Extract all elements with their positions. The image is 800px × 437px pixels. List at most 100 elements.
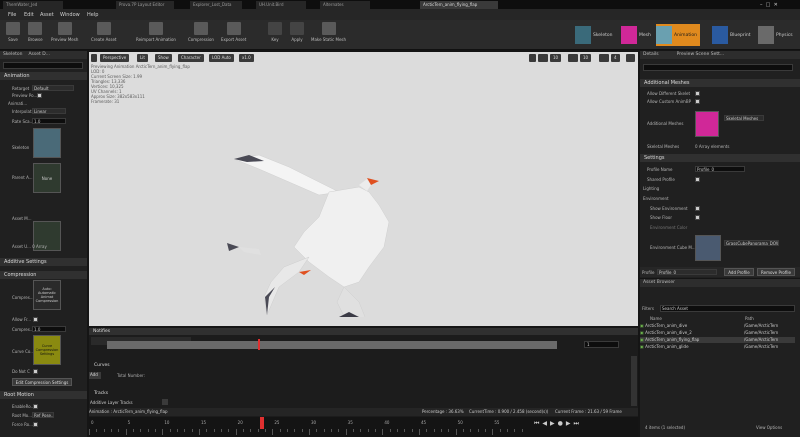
lod-auto-button[interactable]: LOD Auto <box>209 54 234 62</box>
playhead[interactable] <box>260 417 264 429</box>
additional-mesh-select[interactable]: Skeletal Meshes <box>724 115 764 121</box>
grid-snap-value[interactable]: 10 <box>550 54 562 62</box>
playback-speed-button[interactable]: x1.0 <box>239 54 254 62</box>
retarget-select[interactable]: Default <box>32 85 74 91</box>
rate-scale-input[interactable]: 1.0 <box>32 118 66 124</box>
root-motion-lock-select[interactable]: Ref Pose... <box>32 412 54 418</box>
vertical-scrollbar[interactable] <box>631 356 637 406</box>
scale-snap-value[interactable]: 4 <box>611 54 620 62</box>
skeleton-thumbnail[interactable] <box>33 128 61 158</box>
tracks-section[interactable]: Tracks <box>94 391 108 396</box>
menu-edit[interactable]: Edit <box>24 12 34 18</box>
tab-item[interactable]: ThemWater_Jed <box>3 1 63 9</box>
tab-asset-browser[interactable]: Asset Browser <box>640 279 800 287</box>
show-floor-checkbox[interactable] <box>695 215 700 220</box>
rotation-snap-icon[interactable] <box>568 54 578 62</box>
tab-skeleton[interactable]: Skeleton <box>3 52 22 58</box>
apply-button[interactable]: Apply <box>290 22 304 42</box>
menu-window[interactable]: Window <box>60 12 80 18</box>
section-compression[interactable]: Compression <box>0 271 87 279</box>
curve-compression-thumbnail[interactable]: Curve Compression Settings <box>33 335 61 365</box>
menu-file[interactable]: File <box>8 12 16 18</box>
lit-button[interactable]: Lit <box>137 54 148 62</box>
compression-scheme-thumbnail[interactable]: Auto: Automatic Animat Compression <box>33 280 61 310</box>
reimport-animation-button[interactable]: Reimport Animation <box>136 22 176 42</box>
allow-different-skeletons-checkbox[interactable] <box>695 91 700 96</box>
add-profile-button[interactable]: Add Profile <box>724 268 754 276</box>
notify-track-number[interactable]: 1 <box>584 341 619 348</box>
notify-track-bar[interactable] <box>107 341 557 349</box>
window-controls[interactable]: – □ ✕ <box>760 2 778 8</box>
environment-cube-select[interactable]: GrassCubePanorama_DOW <box>724 240 779 246</box>
section-settings[interactable]: Settings <box>640 154 800 162</box>
tab-item[interactable]: Alternates <box>320 1 370 9</box>
additive-layer-tracks[interactable]: Additive Layer Tracks <box>90 400 133 405</box>
compression-error-input[interactable]: 1.0 <box>32 326 66 332</box>
profile-name-input[interactable]: Profile_0 <box>695 166 745 172</box>
details-search-input[interactable] <box>643 64 793 71</box>
compression-button[interactable]: Compression <box>188 22 214 42</box>
force-root-lock-checkbox[interactable] <box>33 422 38 427</box>
section-additional-meshes[interactable]: Additional Meshes <box>640 79 800 87</box>
tab-item[interactable]: Prova.7P Layout Editor <box>116 1 174 9</box>
tab-item[interactable]: UH.Unit.Bird <box>256 1 306 9</box>
character-button[interactable]: Character <box>178 54 204 62</box>
additional-mesh-thumbnail[interactable] <box>695 111 719 137</box>
save-button[interactable]: Save <box>6 22 20 42</box>
asset-list-item[interactable]: ▣ ArcticTern_anim_dive/Game/ArcticTern <box>640 323 795 329</box>
allow-frame-stripping-checkbox[interactable] <box>33 317 38 322</box>
animation-subsection[interactable]: Animati... <box>8 101 27 106</box>
browse-button[interactable]: Browse <box>28 22 43 42</box>
left-search-input[interactable] <box>3 62 83 69</box>
mode-mesh[interactable]: Mesh <box>621 24 651 46</box>
show-button[interactable]: Show <box>155 54 172 62</box>
export-asset-button[interactable]: Export Asset <box>221 22 246 42</box>
mode-physics[interactable]: Physics <box>758 24 793 46</box>
rotation-snap-value[interactable]: 10 <box>580 54 592 62</box>
tab-item-active[interactable]: ArcticTern_anim_flying_flap <box>420 1 498 9</box>
notifies-section[interactable]: Notifies <box>89 328 638 335</box>
add-track-dropdown[interactable] <box>162 399 168 405</box>
notify-playhead[interactable] <box>258 339 260 350</box>
menu-help[interactable]: Help <box>87 12 98 18</box>
mode-blueprint[interactable]: Blueprint <box>712 24 751 46</box>
interpolation-select[interactable]: Linear <box>32 108 66 114</box>
tab-details[interactable]: Details <box>643 52 659 58</box>
viewport[interactable]: Perspective Lit Show Character LOD Auto … <box>89 52 638 326</box>
remove-profile-button[interactable]: Remove Profile <box>757 268 795 276</box>
section-animation[interactable]: Animation <box>0 72 87 80</box>
asset-list-item[interactable]: ▣ ArcticTern_anim_glide/Game/ArcticTern <box>640 344 795 350</box>
enable-root-motion-checkbox[interactable] <box>33 404 38 409</box>
maximize-icon[interactable] <box>626 54 635 62</box>
scale-snap-icon[interactable] <box>599 54 609 62</box>
tab-asset-details[interactable]: Asset D... <box>28 52 50 58</box>
grid-snap-icon[interactable] <box>538 54 548 62</box>
asset-search-input[interactable]: Search Asset <box>660 305 795 312</box>
do-not-override-checkbox[interactable] <box>33 369 38 374</box>
environment-cube-thumbnail[interactable] <box>695 235 721 261</box>
section-additive-settings[interactable]: Additive Settings <box>0 258 87 266</box>
edit-compression-settings-button[interactable]: Edit Compression Settings <box>12 378 72 386</box>
create-asset-button[interactable]: Create Asset <box>91 22 117 42</box>
show-environment-checkbox[interactable] <box>695 206 700 211</box>
preview-mesh-button[interactable]: Preview Mesh <box>51 22 78 42</box>
asset-list-item-selected[interactable]: ▣ ArcticTern_anim_flying_flap/Game/Arcti… <box>640 337 795 343</box>
menu-asset[interactable]: Asset <box>40 12 54 18</box>
view-options-button[interactable]: View Options <box>756 425 782 430</box>
mode-animation[interactable]: Animation <box>656 24 700 46</box>
allow-custom-animbp-checkbox[interactable] <box>695 99 700 104</box>
mode-skeleton[interactable]: Skeleton <box>575 24 612 46</box>
lighting-section[interactable]: Lighting <box>643 186 659 191</box>
timeline-scrubber[interactable]: 0 5 10 15 20 25 30 35 40 45 50 55 ⏮◀▶●▶⏭ <box>89 417 638 437</box>
profile-select[interactable]: Profile_0 <box>657 269 717 275</box>
curves-section[interactable]: Curves <box>94 363 110 368</box>
perspective-button[interactable]: Perspective <box>100 54 130 62</box>
add-curve-button[interactable]: Add <box>89 372 101 379</box>
filters-button[interactable]: Filters <box>642 306 654 311</box>
make-static-mesh-button[interactable]: Make Static Mesh <box>311 22 346 42</box>
column-path-header[interactable]: Path <box>745 316 754 321</box>
column-name-header[interactable]: Name <box>650 316 662 321</box>
key-button[interactable]: Key <box>268 22 282 42</box>
asset-list-item[interactable]: ▣ ArcticTern_anim_dive_2/Game/ArcticTern <box>640 330 795 336</box>
tab-item[interactable]: Explorer_Lost_Data <box>190 1 242 9</box>
